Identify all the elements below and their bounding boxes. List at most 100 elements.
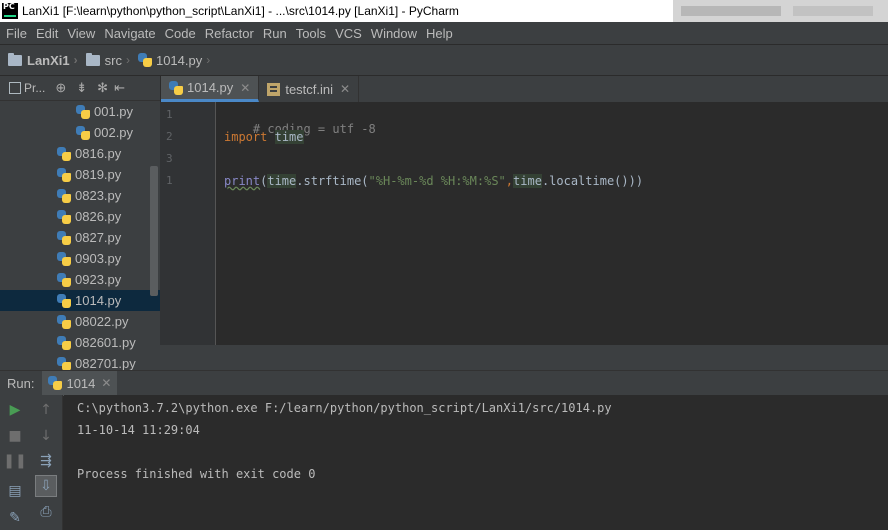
- menu-navigate[interactable]: Navigate: [101, 26, 158, 41]
- menu-bar: File Edit View Navigate Code Refactor Ru…: [0, 22, 888, 44]
- menu-window[interactable]: Window: [368, 26, 420, 41]
- tree-scrollbar[interactable]: [150, 166, 158, 296]
- tree-file-label: 0826.py: [75, 209, 122, 224]
- python-file-icon: [76, 104, 90, 119]
- code-editor[interactable]: 1 2 3 1 # coding = utf -8 import time pr…: [160, 102, 888, 345]
- code-line-4: print(time.strftime("%H-%m-%d %H:%M:%S",…: [224, 174, 643, 188]
- hide-panel-icon[interactable]: ⇤: [114, 80, 125, 96]
- python-file-icon: [57, 209, 71, 224]
- run-tool-window-header: Run: 1014 ✕: [0, 370, 888, 396]
- breadcrumb-project-label: LanXi1: [27, 52, 70, 68]
- python-file-icon: [57, 167, 71, 182]
- python-file-icon: [57, 230, 71, 245]
- folder-icon: [8, 52, 22, 66]
- ini-file-icon: [267, 82, 281, 96]
- menu-help[interactable]: Help: [423, 26, 456, 41]
- pause-icon[interactable]: ❚❚: [3, 450, 26, 472]
- python-file-icon: [57, 356, 71, 371]
- code-line-2: import time: [224, 130, 304, 144]
- tree-file-item[interactable]: 082601.py: [0, 332, 160, 353]
- tree-file-item[interactable]: 0816.py: [0, 143, 160, 164]
- tree-file-item[interactable]: 001.py: [0, 101, 160, 122]
- tree-file-label: 0923.py: [75, 272, 122, 287]
- tree-file-item[interactable]: 0903.py: [0, 248, 160, 269]
- code-module: time: [274, 130, 304, 144]
- tab-label: testcf.ini: [285, 81, 334, 97]
- code-module: time: [513, 174, 542, 188]
- python-file-icon: [57, 314, 71, 329]
- tab-testcf-ini[interactable]: testcf.ini ✕: [259, 76, 360, 102]
- code-builtin: print: [224, 174, 261, 188]
- code-string: "%H-%m-%d %H:%M:%S": [368, 174, 506, 188]
- breadcrumb-file[interactable]: 1014.py ›: [137, 53, 211, 68]
- tree-file-item[interactable]: 08022.py: [0, 311, 160, 332]
- window-title: LanXi1 [F:\learn\python\python_script\La…: [22, 4, 459, 18]
- soft-wrap-icon[interactable]: ⇶: [35, 450, 57, 472]
- breadcrumb: LanXi1 › src › 1014.py ›: [0, 44, 888, 76]
- stop-icon[interactable]: ■: [4, 425, 26, 447]
- tree-file-item[interactable]: 0923.py: [0, 269, 160, 290]
- tree-file-label: 082701.py: [75, 356, 136, 371]
- window-title-bar: PC LanXi1 [F:\learn\python\python_script…: [0, 0, 888, 22]
- breadcrumb-folder-label: src: [104, 52, 122, 68]
- line-number-gutter: 1 2 3 1: [160, 102, 216, 345]
- python-file-icon: [48, 376, 63, 390]
- chevron-right-icon: ›: [206, 53, 211, 67]
- gear-icon[interactable]: ✻: [97, 80, 108, 96]
- close-icon[interactable]: ✕: [240, 81, 250, 95]
- tree-file-label: 0903.py: [75, 251, 122, 266]
- tree-file-item[interactable]: 0819.py: [0, 164, 160, 185]
- tree-file-label: 08022.py: [75, 314, 129, 329]
- menu-view[interactable]: View: [64, 26, 98, 41]
- line-number: 2: [166, 130, 173, 143]
- tree-file-item[interactable]: 1014.py: [0, 290, 160, 311]
- run-tab-label: 1014: [66, 375, 96, 391]
- python-file-icon: [57, 335, 71, 350]
- arrow-down-icon[interactable]: ↓: [35, 425, 57, 447]
- code-text: .localtime())): [541, 174, 644, 188]
- tree-file-label: 0827.py: [75, 230, 122, 245]
- rerun-play-icon[interactable]: ▶: [4, 399, 26, 421]
- menu-file[interactable]: File: [3, 26, 30, 41]
- dump-threads-icon[interactable]: ▤: [4, 480, 26, 502]
- tree-file-item[interactable]: 0823.py: [0, 185, 160, 206]
- run-label: Run:: [7, 375, 35, 391]
- locate-file-icon[interactable]: ⊕: [55, 80, 66, 96]
- tree-file-label: 082601.py: [75, 335, 136, 350]
- arrow-up-icon[interactable]: ↑: [35, 399, 57, 421]
- menu-edit[interactable]: Edit: [33, 26, 61, 41]
- python-file-icon: [137, 53, 152, 67]
- breadcrumb-folder[interactable]: src ›: [85, 52, 130, 68]
- tree-file-item[interactable]: 0826.py: [0, 206, 160, 227]
- breadcrumb-project[interactable]: LanXi1 ›: [8, 52, 78, 68]
- close-icon[interactable]: ✕: [101, 376, 111, 390]
- tree-file-item[interactable]: 002.py: [0, 122, 160, 143]
- project-toolbar: Pr... ⊕ ⇟ ✻ ⇤: [0, 76, 160, 101]
- pin-tab-icon[interactable]: ✎: [4, 507, 26, 529]
- background-window-strip: [673, 0, 888, 22]
- menu-tools[interactable]: Tools: [293, 26, 329, 41]
- run-output-toolbar: ↑ ↓ ⇶ ⇩ ⎙: [30, 395, 63, 530]
- print-icon[interactable]: ⎙: [35, 501, 57, 523]
- menu-vcs[interactable]: VCS: [332, 26, 365, 41]
- menu-refactor[interactable]: Refactor: [202, 26, 257, 41]
- console-line: Process finished with exit code 0: [77, 467, 316, 481]
- run-toolbar: ▶ ■ ❚❚ ▤ ✎: [0, 395, 30, 530]
- run-console-output[interactable]: C:\python3.7.2\python.exe F:/learn/pytho…: [64, 395, 888, 530]
- code-module: time: [267, 174, 297, 188]
- python-file-icon: [57, 293, 71, 308]
- folder-icon: [85, 52, 100, 66]
- close-icon[interactable]: ✕: [340, 82, 350, 96]
- menu-run[interactable]: Run: [260, 26, 290, 41]
- tree-file-label: 1014.py: [75, 293, 122, 308]
- project-view-selector[interactable]: Pr...: [24, 81, 45, 95]
- tab-1014-py[interactable]: 1014.py ✕: [161, 76, 260, 102]
- line-number: 3: [166, 152, 173, 165]
- tree-file-item[interactable]: 0827.py: [0, 227, 160, 248]
- tree-file-label: 0816.py: [75, 146, 122, 161]
- menu-code[interactable]: Code: [162, 26, 199, 41]
- scroll-to-end-icon[interactable]: ⇩: [35, 475, 57, 497]
- run-tab-1014[interactable]: 1014 ✕: [42, 370, 118, 396]
- collapse-all-icon[interactable]: ⇟: [76, 80, 87, 96]
- python-file-icon: [57, 272, 71, 287]
